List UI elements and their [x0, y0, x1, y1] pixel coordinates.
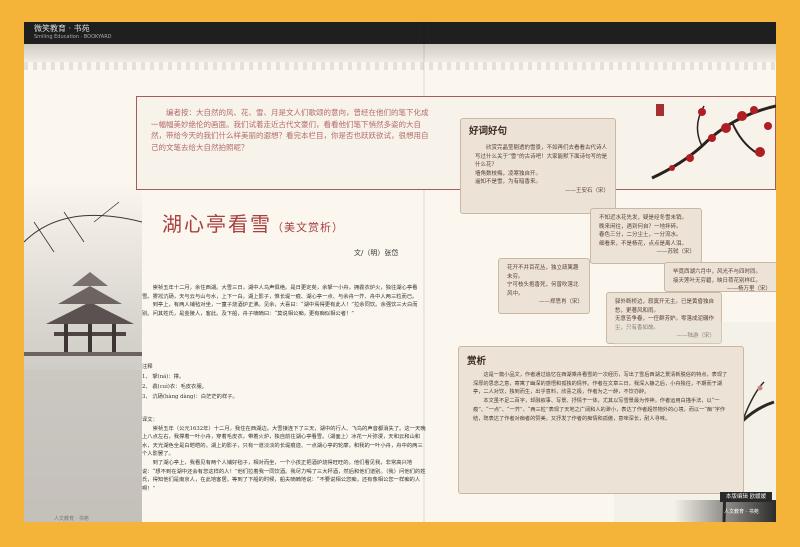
article-body: 崇祯五年十二月，余住西湖。大雪三日，湖中人鸟声俱绝。是日更定矣，余拏一小舟，拥毳… — [142, 284, 428, 318]
poem-source: ——王安石（宋） — [564, 187, 609, 194]
appreciation-paragraph: 本文虽不足二百字，却融叙事、写景、抒情于一体，尤其以写雪景最为传神。作者运用白描… — [473, 398, 726, 422]
plum-blossom-illustration — [651, 104, 776, 180]
translation-title: 译文： — [142, 417, 158, 423]
header-band — [24, 44, 776, 62]
editor-tag: 本版编辑 欧媛媛 — [720, 492, 772, 502]
poem-source: ——郑思肖（宋） — [538, 299, 583, 305]
note-item: 2、 毳(cuì)衣：毛皮衣服。 — [142, 384, 207, 390]
good-words-box: 好词好句 欣赏完晶莹剔透的雪景，不如再们去看看古代诗人写过什么关于“雪”的古诗吧… — [460, 118, 616, 214]
poem-line: 晚来闲往，遇到何自？一地拌碎。 — [599, 223, 682, 230]
article-paragraph: 崇祯五年十二月，余住西湖。大雪三日，湖中人鸟声俱绝。是日更定矣，余拏一小舟，拥毳… — [142, 285, 418, 300]
note-item: 3、 沆砀(hàng dàng)：白茫茫的样子。 — [142, 394, 238, 400]
footer-left: 人文教育 · 书苑 — [54, 516, 89, 522]
poem-source: ——苏轼（宋） — [656, 249, 695, 255]
poem-line: 接天莲叶无穷碧，映日荷花别样红。 — [673, 277, 762, 284]
poem-line: 驿外断桥边，寂寞开无主。已是黄昏独自愁，更著风和雨。 — [615, 299, 715, 314]
appreciation-title: 赏析 — [467, 356, 487, 367]
poem-line: 欣赏完晶莹剔透的雪景，不如再们去看看古代诗人写过什么关于“雪”的古诗吧！大家能默… — [475, 145, 608, 168]
top-bar: 微笑教育 · 书苑 Smiling Education · BOOKYARD — [24, 22, 776, 44]
appreciation-body: 这是一篇小品文，作者通过追忆在西湖乘舟看雪的一次经历，写出了雪后西湖之景清新脱俗… — [473, 371, 731, 423]
article-title: 湖心亭看雪（美文赏析） — [162, 208, 344, 237]
appreciation-box: 赏析 这是一篇小品文，作者通过追忆在西湖乘舟看雪的一次经历，写出了雪后西湖之景清… — [458, 346, 744, 494]
notes-title: 注释 — [142, 364, 153, 370]
poem-line: 宁可枝头抱香死，何曾吹落北风中。 — [507, 282, 579, 297]
brand-en: Smiling Education · BOOKYARD — [34, 34, 112, 40]
poem-line: 花开不并百花丛，独立疏篱趣未穷。 — [507, 265, 579, 280]
snow-pavilion-illustration — [24, 182, 142, 522]
poem-card: 不知近水花先发，疑是经冬雪未销。 晚来闲往，遇到何自？一地拌碎。 春色三分，二分… — [590, 208, 702, 264]
poem-card: 毕竟西湖六月中，风光不与四时同。 接天莲叶无穷碧，映日荷花别样红。 ——杨万里（… — [664, 262, 776, 292]
appreciation-paragraph: 这是一篇小品文，作者通过追忆在西湖乘舟看雪的一次经历，写出了雪后西湖之景清新脱俗… — [473, 372, 728, 396]
brand-cn: 微笑教育 · 书苑 — [34, 24, 90, 33]
footer-right: 人文教育 · 书苑 — [724, 509, 759, 515]
poem-line: 遥知不是雪，为有暗香来。 — [475, 179, 542, 185]
brand: 微笑教育 · 书苑 Smiling Education · BOOKYARD — [34, 24, 112, 42]
poem-line: 细看来，不是杨花，点点是离人泪。 — [599, 240, 688, 247]
notes-section: 注释 1、 拏(ná)：撑。 2、 毳(cuì)衣：毛皮衣服。 3、 沆砀(hà… — [142, 362, 428, 402]
poem-line: 不知近水花先发，疑是经冬雪未销。 — [599, 215, 688, 221]
poem-line: 春色三分，二分尘土，一分流水。 — [599, 232, 682, 238]
translation-section: 译文： 崇祯五年（公元1632年）十二月，我住在西湖边。大雪接连下了三天，湖中的… — [142, 416, 428, 493]
translation-paragraph: 崇祯五年（公元1632年）十二月，我住在西湖边。大雪接连下了三天，湖中的行人、飞… — [142, 425, 426, 458]
poem-line: 毕竟西湖六月中，风光不与四时同。 — [673, 269, 762, 275]
article-author: 文/（明）张岱 — [354, 249, 399, 257]
editor-note: 编者按：大自然的风、花、雪、月是文人们歌颂的意向，曾经在他们的笔下化成一幅幅美妙… — [151, 108, 429, 152]
good-words-title: 好词好句 — [469, 126, 508, 137]
poem-card: 花开不并百花丛，独立疏篱趣未穷。 宁可枝头抱香死，何曾吹落北风中。 ——郑思肖（… — [498, 258, 590, 314]
good-words-poem: 欣赏完晶莹剔透的雪景，不如再们去看看古代诗人写过什么关于“雪”的古诗吧！大家能默… — [475, 144, 609, 195]
pixel-divider — [24, 62, 776, 70]
magazine-spread: 微笑教育 · 书苑 Smiling Education · BOOKYARD 编… — [24, 22, 776, 522]
translation-paragraph: 到了湖心亭上，我看见有两个人铺好毡子，相对而坐，一个小孩正把酒炉烧得旺旺的。他们… — [142, 459, 426, 492]
article-paragraph: 到亭上，有两人铺毡对坐，一童子烧酒炉正沸。见余，大喜曰：“湖中焉得更有此人！”拉… — [142, 302, 418, 317]
article-subtitle: （美文赏析） — [272, 221, 344, 234]
article-title-main: 湖心亭看雪 — [162, 212, 272, 236]
note-item: 1、 拏(ná)：撑。 — [142, 374, 185, 380]
poem-line: 墙角数枝梅，凌寒独自开。 — [475, 170, 542, 177]
